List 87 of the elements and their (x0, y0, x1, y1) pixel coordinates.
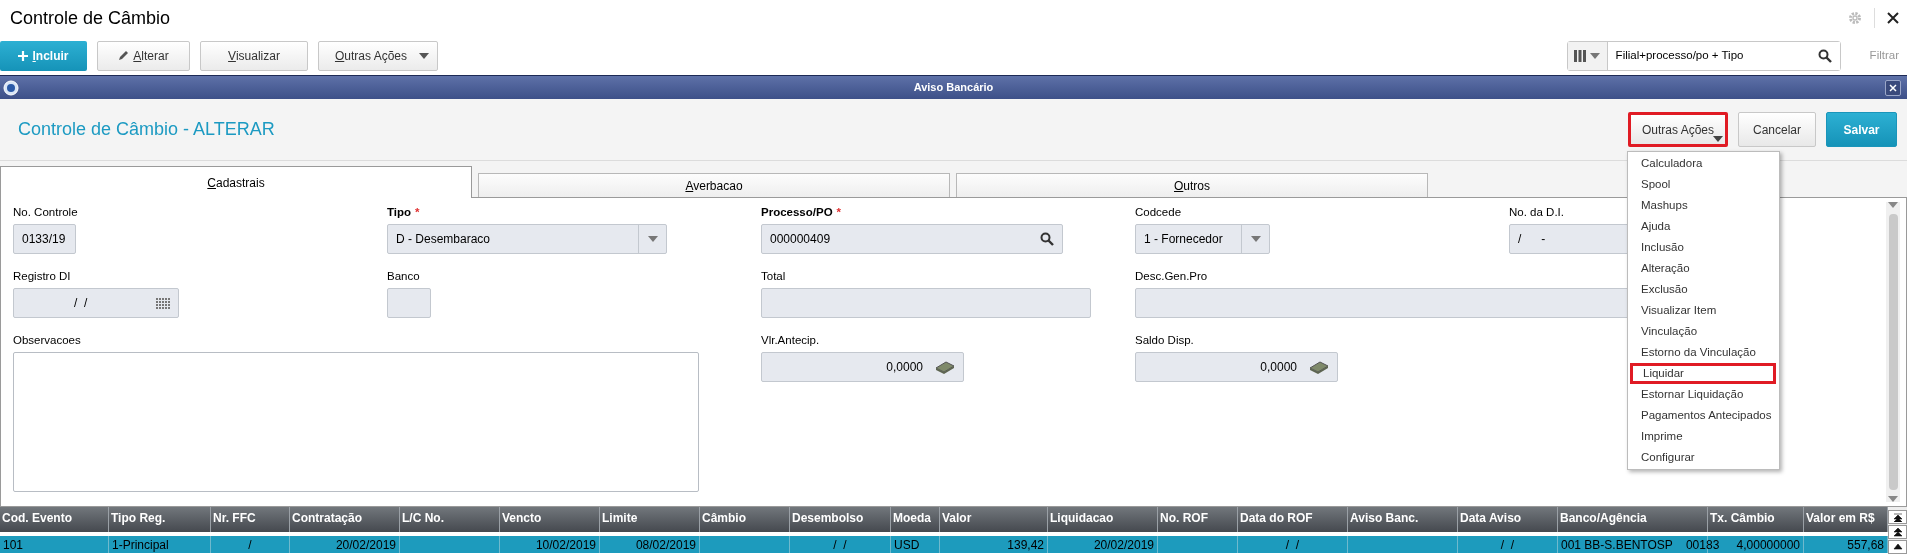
close-icon[interactable] (1887, 12, 1899, 24)
table-cell-text: 1-Principal (112, 536, 169, 554)
tab[interactable]: Outros (956, 173, 1428, 197)
calendar-icon[interactable] (156, 297, 170, 309)
up-arrow-icon (1892, 542, 1903, 552)
scroll-up-button[interactable] (1888, 525, 1907, 539)
caret-icon (647, 236, 658, 242)
table-cell-text: 139,42 (1007, 536, 1044, 554)
table-cell-text: / (248, 536, 252, 554)
plus-icon (18, 50, 29, 61)
close-icon (1889, 83, 1897, 92)
table-row[interactable]: 101 1-Principal / 20/02/2019 10/02/2019 08/02/2019 / / USD 139,42 20/02/2019 / / / / 001 BB-S.BENTOSP 00183 4,00000000 557,68 (0, 536, 1888, 553)
menu-item[interactable]: Estornar Liquidação (1628, 384, 1779, 405)
more-actions-button[interactable]: Outras Ações (318, 40, 438, 71)
field-label: Tipo (387, 205, 412, 221)
field-label: Desc.Gen.Pro (1135, 269, 1208, 285)
scroll-up-button[interactable] (1888, 510, 1907, 524)
input-field[interactable] (761, 288, 1091, 318)
table-cell-text: / / (1285, 536, 1300, 554)
field-label: Processo/PO (761, 205, 833, 221)
table-cell-text: 557,68 (1847, 536, 1884, 554)
input-field[interactable]: 0133/19 (13, 224, 76, 254)
caret-icon (1888, 202, 1898, 208)
scroll-up-button[interactable] (1888, 540, 1907, 554)
caret-icon (1888, 496, 1898, 502)
menu-item[interactable]: Visualizar Item (1628, 300, 1779, 321)
dialog-title: Aviso Bancário (913, 80, 994, 96)
field-label: Banco (387, 269, 420, 285)
money-icon[interactable] (1309, 360, 1329, 374)
field-label: Registro DI (13, 269, 71, 285)
table-cell-text: 20/02/2019 (1093, 536, 1154, 554)
table-cell-text: 001 BB-S.BENTOSP 00183 (1561, 536, 1720, 554)
scrollbar[interactable] (1886, 202, 1900, 502)
table-cell-text: / / (833, 536, 847, 554)
caret-icon (1250, 236, 1261, 242)
menu-item[interactable]: Configurar (1628, 447, 1779, 468)
table-cell-text: 4,00000000 (1736, 536, 1800, 554)
field-label: Vlr.Antecip. (761, 333, 820, 349)
field-label: No. da D.I. (1509, 205, 1564, 221)
table-cell-text: 10/02/2019 (535, 536, 596, 554)
table-cell-text: 20/02/2019 (335, 536, 396, 554)
menu-item[interactable]: Vinculação (1628, 321, 1779, 342)
menu-item[interactable]: Estorno da Vinculação (1628, 342, 1779, 363)
money-icon[interactable] (935, 360, 955, 374)
amount-field[interactable]: 0,0000 (1135, 352, 1338, 382)
menu-item[interactable]: Imprime (1628, 426, 1779, 447)
amount-field[interactable]: 0,0000 (761, 352, 964, 382)
tab[interactable]: Averbacao (478, 173, 950, 197)
search-icon[interactable] (1040, 232, 1054, 246)
field-label: No. Controle (13, 205, 78, 221)
notes-field[interactable] (13, 352, 699, 492)
date-field[interactable]: / / (13, 288, 179, 318)
edit-button[interactable]: Alterar (97, 40, 190, 71)
up-arrow-icon (1892, 527, 1903, 537)
page-title: Controle de Câmbio (10, 6, 171, 30)
required-mark: * (415, 205, 420, 221)
menu-item[interactable]: Spool (1628, 174, 1779, 195)
menu-item[interactable]: Liquidar (1630, 363, 1776, 384)
caret-icon (1713, 136, 1723, 142)
pencil-icon (118, 50, 130, 61)
cancel-button[interactable]: Cancelar (1738, 112, 1816, 147)
lookup-field[interactable]: 000000409 (761, 224, 1063, 254)
field-label: Saldo Disp. (1135, 333, 1194, 349)
close-button[interactable] (1885, 79, 1901, 96)
app-logo-icon (3, 79, 19, 96)
field-label: Codcede (1135, 205, 1182, 221)
input-field[interactable] (387, 288, 431, 318)
menu-item[interactable]: Pagamentos Antecipados (1628, 405, 1779, 426)
menu-item[interactable]: Exclusão (1628, 279, 1779, 300)
table-cell-text: 08/02/2019 (635, 536, 696, 554)
menu-item[interactable]: Alteração (1628, 258, 1779, 279)
select-field[interactable]: 1 - Fornecedor (1135, 224, 1270, 254)
up-arrow-icon (1892, 512, 1903, 522)
required-mark: * (836, 205, 842, 221)
menu-item[interactable]: Calculadora (1628, 153, 1779, 174)
field-label: Observacoes (13, 333, 81, 349)
menu-item[interactable]: Mashups (1628, 195, 1779, 216)
caret-icon (419, 52, 429, 59)
table-cell-text: / / (1500, 536, 1515, 554)
dialog-heading: Controle de Câmbio - ALTERAR (18, 118, 275, 141)
table-cell-text: USD (894, 536, 920, 554)
table-cell-text: 101 (3, 536, 24, 554)
view-button[interactable]: Visualizar (200, 40, 308, 71)
tab[interactable]: Cadastrais (0, 166, 472, 198)
more-actions-button[interactable]: Outras Ações (1628, 112, 1728, 147)
field-label: Total (761, 269, 786, 285)
select-field[interactable]: D - Desembaraco (387, 224, 667, 254)
